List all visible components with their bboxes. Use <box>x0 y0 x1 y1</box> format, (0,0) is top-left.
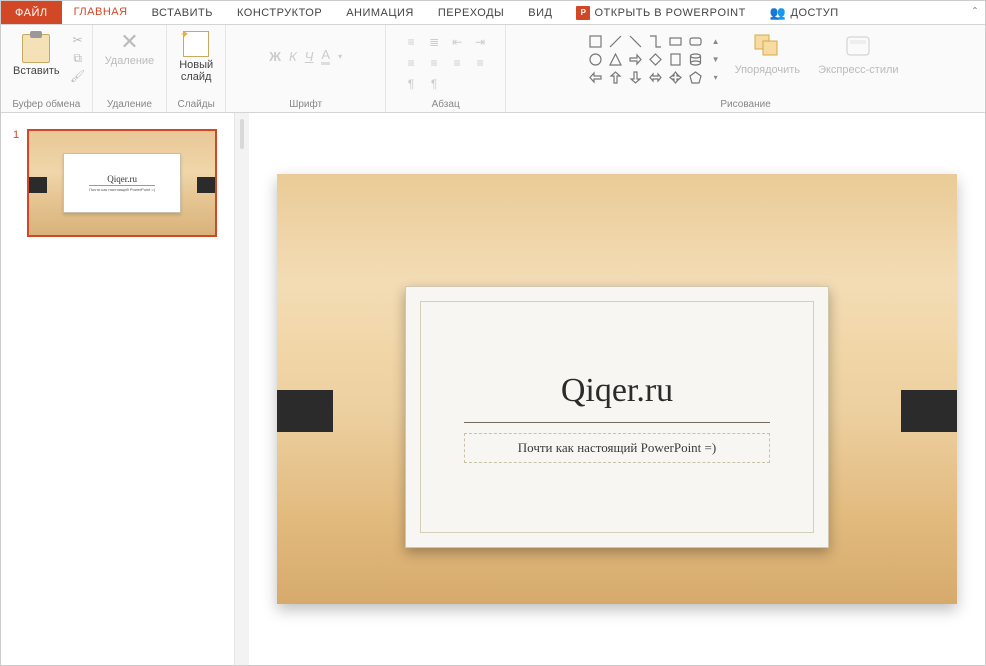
tab-transitions[interactable]: ПЕРЕХОДЫ <box>426 1 516 24</box>
shape-arrowright-icon[interactable] <box>627 51 645 67</box>
indent-right-icon[interactable]: ⇥ <box>470 33 490 51</box>
shape-arrowdown-icon[interactable] <box>627 69 645 85</box>
tab-open-powerpoint-label: ОТКРЫТЬ В POWERPOINT <box>594 7 745 19</box>
font-color-button[interactable]: А <box>321 47 330 65</box>
new-slide-button[interactable]: ✦ Новый слайд <box>173 29 219 85</box>
slide-canvas-area: Qiqer.ru Почти как настоящий PowerPoint … <box>249 113 985 665</box>
shape-triangle-icon[interactable] <box>607 51 625 67</box>
tab-file[interactable]: ФАЙЛ <box>1 1 62 24</box>
delete-label: Удаление <box>105 55 155 67</box>
slide-title[interactable]: Qiqer.ru <box>561 372 673 410</box>
shape-arrowup-icon[interactable] <box>607 69 625 85</box>
clipboard-icon <box>22 31 50 63</box>
group-delete-label: Удаление <box>107 99 152 110</box>
tab-home[interactable]: ГЛАВНАЯ <box>62 1 140 24</box>
arrange-button[interactable]: Упорядочить <box>729 31 806 78</box>
slide-card: Qiqer.ru Почти как настоящий PowerPoint … <box>405 286 829 548</box>
shape-textbox-icon[interactable] <box>587 33 605 49</box>
cut-icon[interactable]: ✂ <box>70 33 86 47</box>
arrange-icon <box>753 33 781 62</box>
slide-subtitle[interactable]: Почти как настоящий PowerPoint =) <box>464 433 770 463</box>
paste-label: Вставить <box>13 65 60 77</box>
panel-splitter[interactable] <box>235 113 249 665</box>
ribbon-collapse-icon[interactable]: ˆ <box>973 5 977 19</box>
align-left-icon[interactable]: ≡ <box>401 54 421 72</box>
quick-styles-label: Экспресс-стили <box>818 64 898 76</box>
group-paragraph: ≡ ≣ ⇤ ⇥ ≡ ≡ ≡ ≡ ¶ ¶ Абзац <box>386 25 506 112</box>
copy-icon[interactable]: ⧉ <box>70 51 86 65</box>
arrange-label: Упорядочить <box>735 64 800 76</box>
group-delete: ✕ Удаление Удаление <box>93 25 168 112</box>
shapes-scroll-up-icon[interactable]: ▲ <box>707 33 725 49</box>
paste-button[interactable]: Вставить <box>7 29 66 79</box>
shape-line2-icon[interactable] <box>627 33 645 49</box>
shape-connector-icon[interactable] <box>647 33 665 49</box>
workspace: 1 Qiqer.ru Почти как настоящий PowerPoin… <box>1 113 985 665</box>
slide-band-right <box>901 390 957 432</box>
new-slide-icon: ✦ <box>183 31 209 57</box>
shape-document-icon[interactable] <box>667 51 685 67</box>
tab-share[interactable]: 👥 ДОСТУП <box>758 1 851 24</box>
group-clipboard-label: Буфер обмена <box>12 99 80 110</box>
shape-4arrow-icon[interactable] <box>667 69 685 85</box>
underline-button[interactable]: Ч <box>305 49 314 64</box>
group-font-label: Шрифт <box>289 99 322 110</box>
thumbnail-number: 1 <box>13 129 19 237</box>
slide-canvas[interactable]: Qiqer.ru Почти как настоящий PowerPoint … <box>277 174 957 604</box>
shapes-scroll-down-icon[interactable]: ▼ <box>707 51 725 67</box>
ribbon-tabs: ФАЙЛ ГЛАВНАЯ ВСТАВИТЬ КОНСТРУКТОР АНИМАЦ… <box>1 1 985 25</box>
delete-icon: ✕ <box>120 31 138 53</box>
bullets-icon[interactable]: ≡ <box>401 33 421 51</box>
thumb-subtitle: Почти как настоящий PowerPoint =) <box>89 185 155 192</box>
tab-design[interactable]: КОНСТРУКТОР <box>225 1 334 24</box>
shape-arrowlr-icon[interactable] <box>647 69 665 85</box>
quick-styles-button[interactable]: Экспресс-стили <box>812 31 904 78</box>
shapes-more-icon[interactable]: ▾ <box>707 69 725 85</box>
delete-button[interactable]: ✕ Удаление <box>99 29 161 69</box>
group-clipboard: Вставить ✂ ⧉ 🖌 Буфер обмена <box>1 25 93 112</box>
shape-line-icon[interactable] <box>607 33 625 49</box>
quick-styles-icon <box>844 33 872 62</box>
format-painter-icon[interactable]: 🖌 <box>70 69 86 83</box>
tab-share-label: ДОСТУП <box>791 7 839 19</box>
numbering-icon[interactable]: ≣ <box>424 33 444 51</box>
align-right-icon[interactable]: ≡ <box>447 54 467 72</box>
group-paragraph-label: Абзац <box>432 99 460 110</box>
group-slides-label: Слайды <box>178 99 215 110</box>
new-slide-label: Новый слайд <box>179 59 213 83</box>
ribbon: Вставить ✂ ⧉ 🖌 Буфер обмена ✕ Удаление У… <box>1 25 985 113</box>
thumb-title: Qiqer.ru <box>107 174 137 184</box>
slide-band-left <box>277 390 333 432</box>
slide-divider <box>464 422 770 423</box>
share-icon: 👥 <box>770 5 787 21</box>
shape-arrowleft-icon[interactable] <box>587 69 605 85</box>
group-drawing-label: Рисование <box>720 99 770 110</box>
shape-rect-icon[interactable] <box>667 33 685 49</box>
tab-open-powerpoint[interactable]: P ОТКРЫТЬ В POWERPOINT <box>564 1 757 24</box>
shapes-gallery[interactable]: ▲ ▼ ▾ <box>587 29 725 85</box>
rtl-icon[interactable]: ¶ <box>424 75 444 93</box>
indent-left-icon[interactable]: ⇤ <box>447 33 467 51</box>
shape-cylinder-icon[interactable] <box>687 51 705 67</box>
align-center-icon[interactable]: ≡ <box>424 54 444 72</box>
font-dropdown-icon[interactable]: ▾ <box>338 52 342 61</box>
tab-view[interactable]: ВИД <box>516 1 564 24</box>
tab-insert[interactable]: ВСТАВИТЬ <box>140 1 225 24</box>
group-font: Ж К Ч А ▾ Шрифт <box>226 25 386 112</box>
justify-icon[interactable]: ≡ <box>470 54 490 72</box>
shape-oval-icon[interactable] <box>587 51 605 67</box>
shape-roundrect-icon[interactable] <box>687 33 705 49</box>
shape-diamond-icon[interactable] <box>647 51 665 67</box>
group-drawing: ▲ ▼ ▾ Уп <box>506 25 985 112</box>
tab-animation[interactable]: АНИМАЦИЯ <box>334 1 426 24</box>
slide-thumbnails-panel: 1 Qiqer.ru Почти как настоящий PowerPoin… <box>1 113 235 665</box>
shape-pentagon-icon[interactable] <box>687 69 705 85</box>
ltr-icon[interactable]: ¶ <box>401 75 421 93</box>
bold-button[interactable]: Ж <box>269 49 281 64</box>
slide-thumbnail-1[interactable]: Qiqer.ru Почти как настоящий PowerPoint … <box>27 129 217 237</box>
powerpoint-icon: P <box>576 6 590 20</box>
italic-button[interactable]: К <box>289 49 297 64</box>
group-slides: ✦ Новый слайд Слайды <box>167 25 226 112</box>
